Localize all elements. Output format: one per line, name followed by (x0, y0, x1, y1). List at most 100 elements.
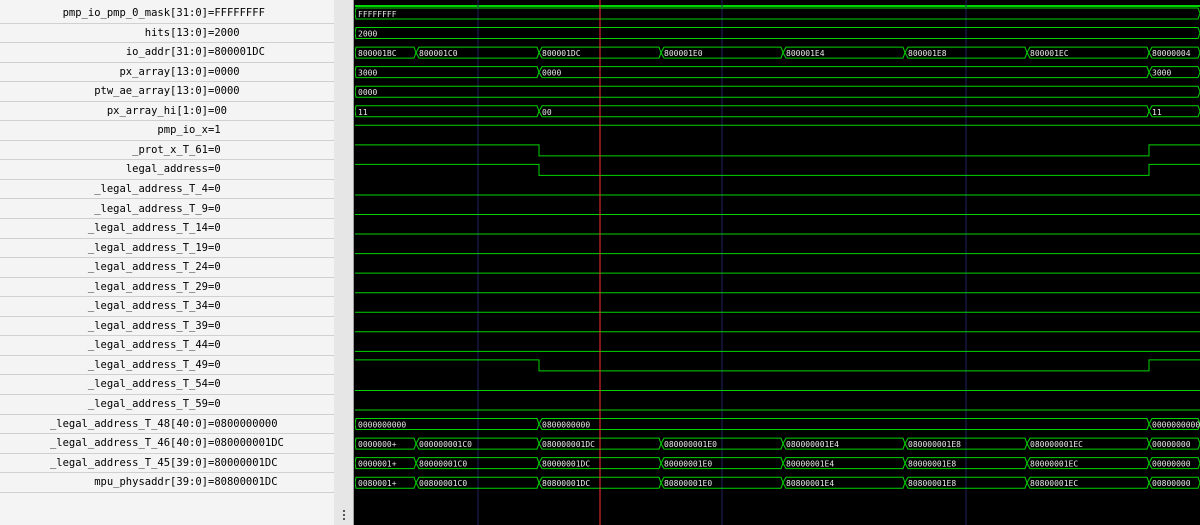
signal-name: _legal_address_T_54 (87, 378, 208, 391)
signal-row[interactable]: io_addr[31:0] =800001DC (0, 43, 334, 63)
signal-row[interactable]: mpu_physaddr[39:0] =80800001DC (0, 473, 334, 493)
signal-value: =1 (208, 124, 221, 137)
signal-row[interactable]: _legal_address_T_29 =0 (0, 278, 334, 298)
bus-label: 0000 (542, 69, 561, 78)
signal-value: =0 (208, 300, 221, 313)
signal-value: =0 (208, 261, 221, 274)
pane-splitter[interactable] (334, 0, 354, 525)
signal-name: io_addr[31:0] (125, 46, 208, 59)
bus-label: 00800000 (1152, 479, 1191, 488)
signal-value: =080000001DC (208, 437, 284, 450)
signal-name: _legal_address_T_24 (87, 261, 208, 274)
signal-row[interactable]: _legal_address_T_54 =0 (0, 375, 334, 395)
bus-label: 0080001+ (358, 479, 397, 488)
signal-value: =0 (208, 378, 221, 391)
signal-name: _legal_address_T_45[39:0] (49, 456, 208, 469)
bus-label: 800001BC (358, 49, 397, 58)
signal-name: _legal_address_T_34 (87, 300, 208, 313)
waveform-viewer: pmp_io_pmp_0_mask[31:0] =FFFFFFFF hits[13:… (0, 0, 1200, 525)
signal-row[interactable]: _legal_address_T_45[39:0] =80000001DC (0, 454, 334, 474)
signal-row[interactable]: px_array[13:0] =0000 (0, 63, 334, 83)
bus-segment (355, 66, 540, 79)
signal-value: =2000 (208, 26, 240, 39)
signal-name: _legal_address_T_44 (87, 339, 208, 352)
signal-name: _legal_address_T_46[40:0] (49, 437, 208, 450)
bus-segment (538, 105, 1150, 118)
signal-value: =0 (208, 280, 221, 293)
signal-row[interactable]: pmp_io_x =1 (0, 121, 334, 141)
bus-label: 80800001EC (1030, 479, 1078, 488)
bus-label: 0000001+ (358, 460, 397, 469)
signal-row[interactable]: hits[13:0] =2000 (0, 24, 334, 44)
signal-row[interactable]: _legal_address_T_39 =0 (0, 317, 334, 337)
bus-label: 11 (358, 108, 368, 117)
signal-row[interactable]: pmp_io_pmp_0_mask[31:0] =FFFFFFFF (0, 4, 334, 24)
signal-row[interactable]: _legal_address_T_24 =0 (0, 258, 334, 278)
bus-label: 800001EC (1030, 49, 1069, 58)
bus-label: 0000000000 (358, 421, 406, 430)
bus-label: 80000001E0 (664, 460, 712, 469)
bit-wave (355, 144, 1200, 157)
signal-row[interactable]: px_array_hi[1:0] =00 (0, 102, 334, 122)
signal-value: =FFFFFFFF (208, 7, 265, 19)
signal-name: _legal_address_T_29 (87, 280, 208, 293)
splitter-grip-icon[interactable] (342, 508, 346, 522)
signal-name: _legal_address_T_48[40:0] (49, 417, 208, 430)
bus-label: 80800001E0 (664, 479, 712, 488)
signal-value: =0 (208, 202, 221, 215)
signal-value: =0 (208, 163, 221, 176)
signal-name: _legal_address_T_19 (87, 241, 208, 254)
signal-value: =00 (208, 104, 227, 117)
signal-row[interactable]: _prot_x_T_61 =0 (0, 141, 334, 161)
waveform-canvas[interactable]: FFFFFFFF 2000 800001BC 800001C0 800001DC 8000… (355, 0, 1200, 525)
signal-name: px_array_hi[1:0] (106, 104, 208, 117)
signal-row[interactable]: _legal_address_T_59 =0 (0, 395, 334, 415)
signal-value: =0 (208, 241, 221, 254)
bus-label: 00000000 (1152, 460, 1191, 469)
signal-name: _legal_address_T_14 (87, 222, 208, 235)
signal-row[interactable]: ptw_ae_array[13:0] =0000 (0, 82, 334, 102)
signal-value: =80000001DC (208, 456, 278, 469)
bus-label: 800001E8 (908, 49, 947, 58)
signal-row[interactable]: _legal_address_T_49 =0 (0, 356, 334, 376)
clipped-row (0, 0, 334, 1)
signal-name: pmp_io_pmp_0_mask[31:0] (62, 7, 208, 19)
bus-label: 80000001E8 (908, 460, 956, 469)
signal-row[interactable]: _legal_address_T_34 =0 (0, 297, 334, 317)
signal-row[interactable]: _legal_address_T_19 =0 (0, 239, 334, 259)
signal-name: ptw_ae_array[13:0] (94, 85, 208, 98)
signal-name: pmp_io_x (157, 124, 208, 137)
bus-label: 080000001E0 (664, 440, 717, 449)
signal-row[interactable]: _legal_address_T_9 =0 (0, 200, 334, 219)
bus-segment (355, 105, 540, 118)
signal-row[interactable]: _legal_address_T_44 =0 (0, 336, 334, 356)
bus-segment (355, 85, 1200, 98)
bus-label: 0000 (358, 88, 377, 97)
signal-name: _legal_address_T_39 (87, 319, 208, 332)
bus-label: 3000 (1152, 69, 1171, 78)
signal-row[interactable]: _legal_address_T_14 =0 (0, 219, 334, 239)
signal-name: legal_address (125, 163, 208, 176)
bus-segment (355, 27, 1200, 40)
bus-label: 800001E4 (786, 49, 825, 58)
waveform-panel[interactable]: FFFFFFFF 2000 800001BC 800001C0 800001DC 8000… (355, 0, 1200, 525)
signal-value: =800001DC (208, 46, 265, 59)
signal-value: =0 (208, 398, 221, 410)
bus-label: 080000001E4 (786, 440, 839, 449)
signal-row[interactable]: _legal_address_T_46[40:0] =080000001DC (0, 434, 334, 454)
signal-value: =0 (208, 143, 221, 156)
bit-wave (355, 163, 1200, 176)
bus-label: 80000004 (1152, 49, 1191, 58)
bus-label: 80000001EC (1030, 460, 1078, 469)
bus-label: 0000000+ (358, 440, 397, 449)
signal-value: =0 (208, 182, 221, 195)
signal-value: =0 (208, 222, 221, 235)
bus-label: 80000001DC (542, 460, 590, 469)
signal-row[interactable]: _legal_address_T_4 =0 (0, 180, 334, 200)
bus-segment (355, 7, 1200, 20)
signal-value: =0000 (208, 65, 240, 78)
signal-row[interactable]: _legal_address_T_48[40:0] =0800000000 (0, 415, 334, 435)
signal-name-panel: pmp_io_pmp_0_mask[31:0] =FFFFFFFF hits[13:… (0, 0, 335, 525)
signal-row[interactable]: legal_address =0 (0, 160, 334, 180)
bus-label: 800001DC (542, 49, 581, 58)
